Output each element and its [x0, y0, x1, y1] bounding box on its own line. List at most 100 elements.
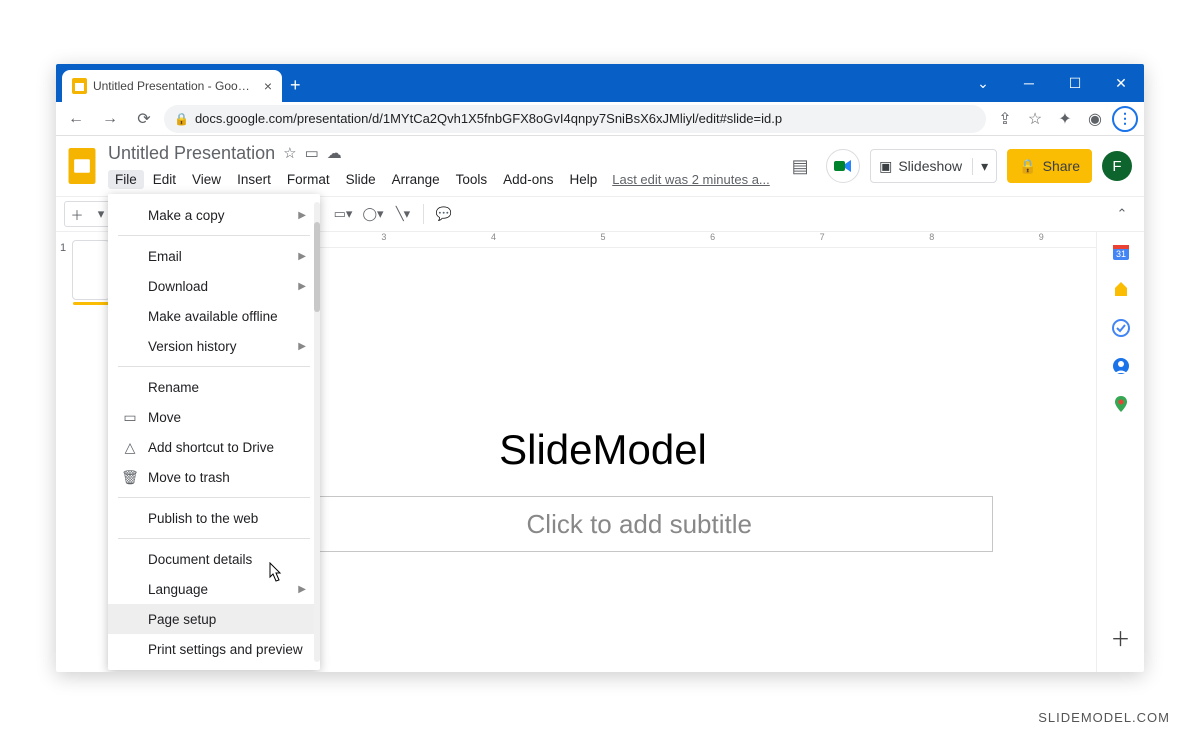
menu-rename-label: Rename — [148, 380, 199, 395]
menu-separator — [118, 538, 310, 539]
last-edit-link[interactable]: Last edit was 2 minutes a... — [612, 172, 770, 187]
addons-plus-icon[interactable]: ＋ — [1111, 623, 1131, 652]
menu-add-shortcut[interactable]: △Add shortcut to Drive — [108, 432, 320, 462]
menu-version-history[interactable]: Version history▶ — [108, 331, 320, 361]
menu-print-preview[interactable]: Print settings and preview — [108, 634, 320, 664]
side-panel-rail: 31 ＋ — [1096, 232, 1144, 672]
menu-make-offline[interactable]: Make available offline — [108, 301, 320, 331]
svg-text:31: 31 — [1115, 249, 1125, 259]
menu-download[interactable]: Download▶ — [108, 271, 320, 301]
close-icon[interactable]: ✕ — [1098, 64, 1144, 102]
new-tab-button[interactable]: + — [290, 75, 301, 96]
menu-make-copy-label: Make a copy — [148, 208, 225, 223]
cursor-pointer-icon — [266, 562, 284, 589]
line-tool-icon[interactable]: ╲▾ — [389, 200, 417, 228]
shape-tool-icon[interactable]: ◯▾ — [359, 200, 387, 228]
account-avatar[interactable]: F — [1102, 151, 1132, 181]
menu-file[interactable]: File — [108, 170, 144, 189]
menu-format[interactable]: Format — [280, 170, 337, 189]
cloud-saved-icon[interactable]: ☁ — [327, 144, 342, 162]
file-menu-dropdown: Make a copy▶ Email▶ Download▶ Make avail… — [108, 194, 320, 670]
minimize-icon[interactable]: ─ — [1006, 64, 1052, 102]
keep-icon[interactable] — [1111, 280, 1131, 300]
slideshow-caret-icon[interactable]: ▾ — [972, 158, 988, 175]
menu-email-label: Email — [148, 249, 182, 264]
slideshow-button[interactable]: ▣ Slideshow ▾ — [870, 149, 997, 183]
thumb-number: 1 — [60, 242, 66, 254]
hide-menus-icon[interactable]: ⌃ — [1108, 200, 1136, 228]
menu-move[interactable]: ▭Move — [108, 402, 320, 432]
document-title[interactable]: Untitled Presentation — [108, 143, 275, 164]
extensions-icon[interactable]: ✦ — [1052, 105, 1078, 133]
menu-insert[interactable]: Insert — [230, 170, 278, 189]
star-icon[interactable]: ☆ — [283, 144, 296, 162]
menu-arrange[interactable]: Arrange — [385, 170, 447, 189]
share-page-icon[interactable]: ⇪ — [992, 105, 1018, 133]
maximize-icon[interactable]: ☐ — [1052, 64, 1098, 102]
menu-help[interactable]: Help — [562, 170, 604, 189]
browser-menu-icon[interactable]: ⋮ — [1112, 106, 1138, 132]
menu-add-shortcut-label: Add shortcut to Drive — [148, 440, 274, 455]
menu-separator — [118, 235, 310, 236]
address-bar[interactable]: 🔒 docs.google.com/presentation/d/1MYtCa2… — [164, 105, 986, 133]
menu-page-setup[interactable]: Page setup — [108, 604, 320, 634]
dropdown-scrollbar[interactable] — [314, 202, 320, 662]
new-slide-button[interactable]: ＋▾ — [64, 201, 114, 227]
slide-thumbnail[interactable] — [72, 240, 110, 300]
menu-separator — [118, 497, 310, 498]
menu-version-history-label: Version history — [148, 339, 237, 354]
back-icon[interactable]: ← — [62, 105, 90, 133]
menu-page-setup-label: Page setup — [148, 612, 216, 627]
bookmark-star-icon[interactable]: ☆ — [1022, 105, 1048, 133]
menu-make-copy[interactable]: Make a copy▶ — [108, 200, 320, 230]
toolbar-separator — [423, 204, 424, 224]
menu-publish-label: Publish to the web — [148, 511, 258, 526]
menubar: File Edit View Insert Format Slide Arran… — [108, 167, 770, 191]
tasks-icon[interactable] — [1111, 318, 1131, 338]
profile-icon[interactable]: ◉ — [1082, 105, 1108, 133]
menu-tools[interactable]: Tools — [449, 170, 495, 189]
comments-icon[interactable]: ▤ — [784, 150, 816, 182]
maps-icon[interactable] — [1111, 394, 1131, 414]
slides-logo-icon[interactable] — [64, 142, 100, 190]
forward-icon[interactable]: → — [96, 105, 124, 133]
slideshow-label: Slideshow — [898, 158, 962, 174]
menu-edit[interactable]: Edit — [146, 170, 183, 189]
share-button[interactable]: 🔒 Share — [1007, 149, 1092, 183]
slide-subtitle-placeholder[interactable]: Click to add subtitle — [286, 496, 993, 552]
reload-icon[interactable]: ⟳ — [130, 105, 158, 133]
slideshow-play-icon: ▣ — [879, 158, 892, 175]
slide-thumbnail-panel: 1 — [56, 232, 110, 672]
lock-icon: 🔒 — [1019, 158, 1036, 175]
watermark-text: SLIDEMODEL.COM — [1038, 710, 1170, 725]
menu-slide[interactable]: Slide — [339, 170, 383, 189]
menu-doc-details-label: Document details — [148, 552, 252, 567]
menu-view[interactable]: View — [185, 170, 228, 189]
tab-close-icon[interactable]: × — [264, 78, 272, 94]
slides-favicon — [72, 78, 87, 94]
slide-title-text[interactable]: SlideModel — [499, 426, 707, 474]
menu-separator — [118, 366, 310, 367]
menu-language[interactable]: Language▶ — [108, 574, 320, 604]
menu-rename[interactable]: Rename — [108, 372, 320, 402]
calendar-icon[interactable]: 31 — [1111, 242, 1131, 262]
browser-tab[interactable]: Untitled Presentation - Google S × — [62, 70, 282, 102]
menu-publish-web[interactable]: Publish to the web — [108, 503, 320, 533]
move-folder-icon[interactable]: ▭ — [305, 144, 319, 162]
menu-addons[interactable]: Add-ons — [496, 170, 560, 189]
menu-move-to-trash[interactable]: 🗑Move to trash — [108, 462, 320, 492]
menu-print-preview-label: Print settings and preview — [148, 642, 303, 657]
chevron-down-icon[interactable]: ⌄ — [960, 64, 1006, 102]
comment-tool-icon[interactable]: 💬 — [430, 200, 458, 228]
url-text: docs.google.com/presentation/d/1MYtCa2Qv… — [195, 111, 782, 126]
menu-email[interactable]: Email▶ — [108, 241, 320, 271]
meet-button[interactable] — [826, 149, 860, 183]
contacts-icon[interactable] — [1111, 356, 1131, 376]
share-label: Share — [1043, 158, 1080, 174]
menu-document-details[interactable]: Document details — [108, 544, 320, 574]
folder-move-icon: ▭ — [122, 409, 138, 426]
menu-make-offline-label: Make available offline — [148, 309, 278, 324]
image-tool-icon[interactable]: ▭▾ — [329, 200, 357, 228]
browser-toolbar: ← → ⟳ 🔒 docs.google.com/presentation/d/1… — [56, 102, 1144, 136]
browser-titlebar: Untitled Presentation - Google S × + ⌄ ─… — [56, 64, 1144, 102]
